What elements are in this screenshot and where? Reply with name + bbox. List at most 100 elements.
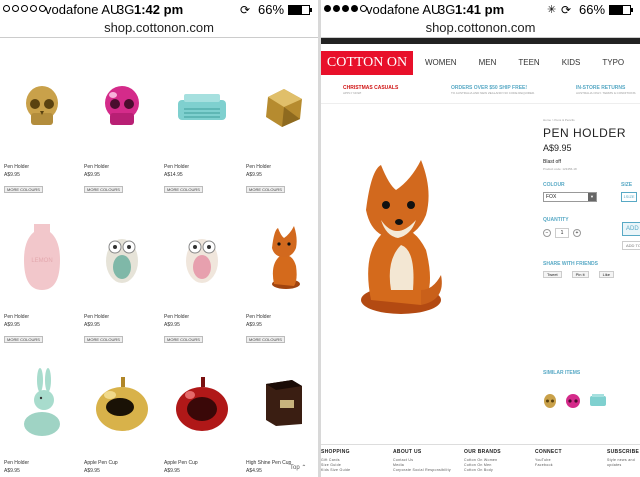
- gold-skull-thumb[interactable]: [543, 393, 557, 411]
- footer-heading: CONNECT: [535, 449, 562, 455]
- product-price: A$9.95: [164, 468, 180, 474]
- product-name[interactable]: High Shine Pen Cup: [246, 460, 318, 466]
- share-tweet-button[interactable]: Tweet: [543, 271, 562, 278]
- main-nav: WOMENMENTEENKIDSTYPOSALE: [425, 58, 640, 67]
- footer-col-subscribe: SUBSCRIBE Style news and updates: [607, 449, 640, 468]
- product-screen: vodafone AU 3G 1:41 pm ✳ ⟳ 66% shop.cott…: [321, 0, 640, 477]
- more-colours-button[interactable]: MORE COLOURS: [164, 336, 203, 343]
- product-tile[interactable]: Pen HolderA$9.95MORE COLOURS: [246, 62, 318, 196]
- product-name[interactable]: Apple Pen Cup: [84, 460, 160, 466]
- brand-logo[interactable]: COTTON ON: [321, 51, 413, 75]
- more-colours-button[interactable]: MORE COLOURS: [84, 336, 123, 343]
- share-pin-it-button[interactable]: Pin it: [571, 271, 589, 278]
- nav-item-men[interactable]: MEN: [479, 58, 497, 67]
- promo-mid[interactable]: ORDERS OVER $50 SHIP FREE! TO AUSTRALIA A…: [451, 85, 535, 95]
- footer-heading: ABOUT US: [393, 449, 422, 455]
- promo-right[interactable]: IN-STORE RETURNS AUSTRALIA ONLY. TERMS & …: [576, 85, 636, 95]
- product-price: A$9.95: [543, 143, 572, 153]
- footer-link[interactable]: Kids Size Guide: [321, 468, 350, 473]
- size-option[interactable]: 1SIZE: [621, 192, 637, 202]
- footer-link[interactable]: Facebook: [535, 463, 562, 468]
- more-colours-button[interactable]: MORE COLOURS: [84, 186, 123, 193]
- product-price: A$4.95: [246, 468, 262, 474]
- promo-banner[interactable]: CHRISTMAS CASUALS APPLY NOW! ORDERS OVER …: [321, 80, 640, 104]
- product-name[interactable]: Pen Holder: [246, 164, 318, 170]
- nav-item-kids[interactable]: KIDS: [562, 58, 581, 67]
- battery-percent: 66%: [579, 2, 606, 17]
- gold-geo-image[interactable]: [246, 62, 318, 152]
- quantity-stepper: − 1 +: [543, 228, 581, 238]
- product-name[interactable]: Pen Holder: [4, 314, 80, 320]
- product-tile[interactable]: High Shine Pen CupA$4.95MORE COLOURS: [246, 358, 318, 477]
- breadcrumb[interactable]: Home > Pens & Pencils: [543, 118, 575, 122]
- plus-button[interactable]: +: [573, 229, 581, 237]
- add-to-wishlist-button[interactable]: ADD TO: [622, 241, 640, 250]
- promo-left[interactable]: CHRISTMAS CASUALS APPLY NOW!: [343, 85, 398, 95]
- signal-icon: [3, 5, 46, 12]
- quantity-label: QUANTITY: [543, 217, 569, 223]
- product-tile[interactable]: Pen HolderA$9.95MORE COLOURS: [4, 358, 80, 477]
- product-tile[interactable]: Pen Holder A$9.95 MORE COLOURS: [84, 212, 160, 346]
- footer-link[interactable]: Cotton On Body: [464, 468, 501, 473]
- pink-skull-thumb[interactable]: [565, 393, 581, 411]
- footer-link[interactable]: Corporate Social Responsibility: [393, 468, 451, 473]
- footer-link[interactable]: Style news and updates: [607, 458, 640, 468]
- svg-text:LEMON: LEMON: [31, 258, 52, 264]
- product-price: A$9.95: [84, 322, 100, 328]
- rotation-lock-icon: ⟳: [240, 3, 251, 17]
- listing-screen: vodafone AU 3G 1:42 pm ⟳ 66% shop.cotton…: [0, 0, 318, 477]
- nav-item-women[interactable]: WOMEN: [425, 58, 457, 67]
- product-name[interactable]: Pen Holder: [164, 164, 240, 170]
- add-to-bag-button[interactable]: ADD: [622, 222, 640, 236]
- product-tile[interactable]: Apple Pen CupA$9.95MORE COLOURS: [164, 358, 240, 477]
- share-buttons: Tweet Pin it Like: [543, 271, 614, 278]
- product-name[interactable]: Pen Holder: [246, 314, 318, 320]
- colour-select[interactable]: FOX ▼: [543, 192, 597, 202]
- url-bar[interactable]: shop.cottonon.com: [0, 20, 318, 38]
- owl-green-image[interactable]: [84, 212, 160, 302]
- footer-heading: SUBSCRIBE: [607, 449, 640, 455]
- product-tile[interactable]: Apple Pen CupA$9.95MORE COLOURS: [84, 358, 160, 477]
- product-desc: Blast off: [543, 159, 561, 165]
- product-tile[interactable]: Pen HolderA$9.95MORE COLOURS: [246, 212, 318, 346]
- url-bar[interactable]: shop.cottonon.com: [321, 20, 640, 38]
- more-colours-button[interactable]: MORE COLOURS: [164, 186, 203, 193]
- product-price: A$9.95: [4, 468, 20, 474]
- pink-vase-image[interactable]: LEMON: [4, 212, 80, 302]
- more-colours-button[interactable]: MORE COLOURS: [246, 186, 285, 193]
- more-colours-button[interactable]: MORE COLOURS: [246, 336, 285, 343]
- pink-skull-image[interactable]: [84, 62, 160, 152]
- product-name[interactable]: Pen Holder: [84, 164, 160, 170]
- top-button[interactable]: Top ⌃: [290, 464, 306, 471]
- red-apple-image[interactable]: [164, 358, 240, 448]
- product-tile[interactable]: Pen Holder A$14.95 MORE COLOURS: [164, 62, 240, 196]
- more-colours-button[interactable]: MORE COLOURS: [4, 186, 43, 193]
- clock: 1:41 pm: [455, 2, 505, 17]
- product-name[interactable]: Pen Holder: [84, 314, 160, 320]
- product-tile[interactable]: LEMON Pen Holder A$9.95 MORE COLOURS: [4, 212, 80, 346]
- brown-box-image[interactable]: [246, 358, 318, 448]
- nav-item-typo[interactable]: TYPO: [602, 58, 624, 67]
- network-label: 3G: [117, 2, 135, 17]
- product-tile[interactable]: Pen HolderA$9.95MORE COLOURS: [4, 62, 80, 196]
- product-name[interactable]: Pen Holder: [4, 460, 80, 466]
- product-tile[interactable]: Pen HolderA$9.95MORE COLOURS: [84, 62, 160, 196]
- gold-skull-image[interactable]: [4, 62, 80, 152]
- fox-image[interactable]: [246, 212, 318, 302]
- gold-apple-image[interactable]: [84, 358, 160, 448]
- product-name[interactable]: Apple Pen Cup: [164, 460, 240, 466]
- product-name[interactable]: Pen Holder: [164, 314, 240, 320]
- typewriter-thumb[interactable]: [589, 393, 607, 407]
- quantity-value[interactable]: 1: [555, 228, 569, 238]
- minus-button[interactable]: −: [543, 229, 551, 237]
- product-name[interactable]: Pen Holder: [4, 164, 80, 170]
- more-colours-button[interactable]: MORE COLOURS: [4, 336, 43, 343]
- bunny-image[interactable]: [4, 358, 80, 448]
- product-tile[interactable]: Pen HolderA$9.95MORE COLOURS: [164, 212, 240, 346]
- nav-item-teen[interactable]: TEEN: [518, 58, 539, 67]
- footer-col-about-us: ABOUT US Contact Us Media Corporate Social …: [393, 449, 451, 473]
- battery-icon: [288, 5, 312, 15]
- owl-pink-image[interactable]: [164, 212, 240, 302]
- typewriter-image[interactable]: [164, 62, 240, 152]
- share-like-button[interactable]: Like: [598, 271, 614, 278]
